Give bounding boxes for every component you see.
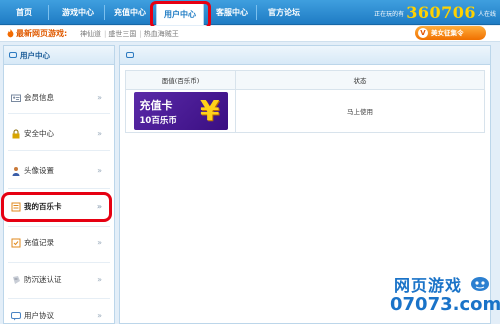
sidebar-title: 用户中心	[20, 51, 50, 60]
chevron-right-icon: »	[96, 202, 102, 211]
players-prefix: 正在玩的有	[374, 11, 405, 18]
players-count: 360706	[406, 3, 476, 22]
divider	[8, 262, 110, 263]
sidebar-item-label: 会员信息	[24, 93, 54, 102]
lock-icon	[12, 129, 20, 139]
shield-icon	[13, 276, 20, 284]
sidebar-item-avatar-settings[interactable]: 头像设置 »	[4, 162, 114, 180]
chevron-right-icon: »	[97, 238, 102, 247]
watermark-line2: 07073.com	[390, 294, 500, 315]
sidebar-item-user-agreement[interactable]: 用户协议 »	[4, 307, 114, 324]
member-card-icon	[11, 94, 21, 102]
status-cell: 马上使用	[235, 89, 485, 133]
chevron-right-icon: »	[97, 275, 102, 284]
top-nav: 首页 游戏中心 充值中心 用户中心 客服中心 官方论坛 正在玩的有 360706 人…	[0, 0, 500, 25]
watermark-line1: 网页游戏	[394, 276, 463, 295]
main-panel-header	[120, 46, 490, 65]
sidebar-header: 用户中心	[4, 46, 114, 65]
game-link[interactable]: 神仙道	[80, 30, 101, 38]
sidebar-item-security-center[interactable]: 安全中心 »	[4, 125, 114, 143]
nav-customer-service[interactable]: 客服中心	[210, 0, 254, 25]
game-link[interactable]: 热血海贼王	[144, 30, 179, 38]
divider	[8, 226, 110, 227]
nav-forum[interactable]: 官方论坛	[260, 0, 308, 25]
chat-icon	[11, 312, 21, 321]
nav-divider	[104, 5, 105, 20]
mascot-icon	[471, 277, 489, 291]
chat-bubble-icon	[9, 52, 17, 58]
game-link[interactable]: 盛世三国	[108, 30, 136, 38]
table-row: 充值卡 10百乐币 ¥ 马上使用	[125, 89, 485, 133]
hot-games-label: 最新网页游戏:	[16, 29, 68, 38]
sidebar-item-label: 安全中心	[24, 129, 54, 138]
divider	[8, 113, 110, 114]
sidebar-item-label: 我的百乐卡	[24, 202, 62, 211]
divider	[8, 298, 110, 299]
divider	[8, 188, 110, 189]
recharge-card-image: 充值卡 10百乐币 ¥	[133, 92, 228, 130]
sidebar-item-recharge-record[interactable]: 充值记录 »	[4, 234, 114, 252]
nav-user-center[interactable]: 用户中心	[156, 3, 204, 25]
sidebar-item-label: 头像设置	[24, 166, 54, 175]
column-header: 状态	[235, 70, 485, 90]
sidebar-item-anti-addiction[interactable]: 防沉迷认证 »	[4, 271, 114, 289]
online-players: 正在玩的有 360706 人在线	[374, 0, 496, 25]
column-header: 面值(百乐币)	[125, 70, 236, 90]
use-now-link[interactable]: 马上使用	[347, 108, 373, 116]
gift-campaign-button[interactable]: V 美女征集令	[415, 26, 486, 40]
sidebar-item-member-info[interactable]: 会员信息 »	[4, 89, 114, 107]
chevron-right-icon: »	[97, 166, 102, 175]
gift-campaign-label: 美女征集令	[431, 29, 464, 37]
nav-recharge-center[interactable]: 充值中心	[106, 0, 154, 25]
v-badge-icon: V	[418, 28, 428, 38]
nav-game-center[interactable]: 游戏中心	[54, 0, 102, 25]
sidebar: 用户中心 会员信息 » 安全中心 » 头像设置 » 我的百乐卡 » 充值记录 »…	[3, 45, 115, 324]
separator: |	[139, 30, 142, 38]
card-title: 充值卡	[139, 99, 173, 112]
nav-home[interactable]: 首页	[2, 0, 46, 25]
card-table: 面值(百乐币) 状态 充值卡 10百乐币 ¥ 马上使用	[125, 70, 485, 133]
nav-divider	[256, 5, 257, 20]
table-header-row: 面值(百乐币) 状态	[125, 70, 485, 90]
hot-games-list: 神仙道 | 盛世三国 | 热血海贼王	[80, 26, 180, 42]
card-amount: 10百乐币	[139, 116, 177, 126]
card-cell: 充值卡 10百乐币 ¥	[125, 89, 236, 133]
watermark-logo: 网页游戏 07073.com	[386, 272, 500, 322]
chat-bubble-icon	[126, 52, 134, 58]
nav-divider	[48, 5, 49, 20]
separator: |	[104, 30, 107, 38]
chevron-right-icon: »	[97, 129, 102, 138]
sidebar-item-label: 充值记录	[24, 238, 54, 247]
card-icon	[11, 202, 21, 212]
sidebar-item-label: 用户协议	[24, 311, 54, 320]
chevron-right-icon: »	[97, 311, 102, 320]
players-suffix: 人在线	[477, 11, 496, 18]
sidebar-item-my-baile-card[interactable]: 我的百乐卡 »	[4, 198, 114, 216]
record-icon	[11, 238, 21, 248]
divider	[8, 150, 110, 151]
yen-icon: ¥	[200, 94, 220, 127]
chevron-right-icon: »	[97, 93, 102, 102]
sidebar-item-label: 防沉迷认证	[24, 275, 62, 284]
fire-icon	[7, 29, 14, 38]
person-icon	[12, 167, 20, 176]
